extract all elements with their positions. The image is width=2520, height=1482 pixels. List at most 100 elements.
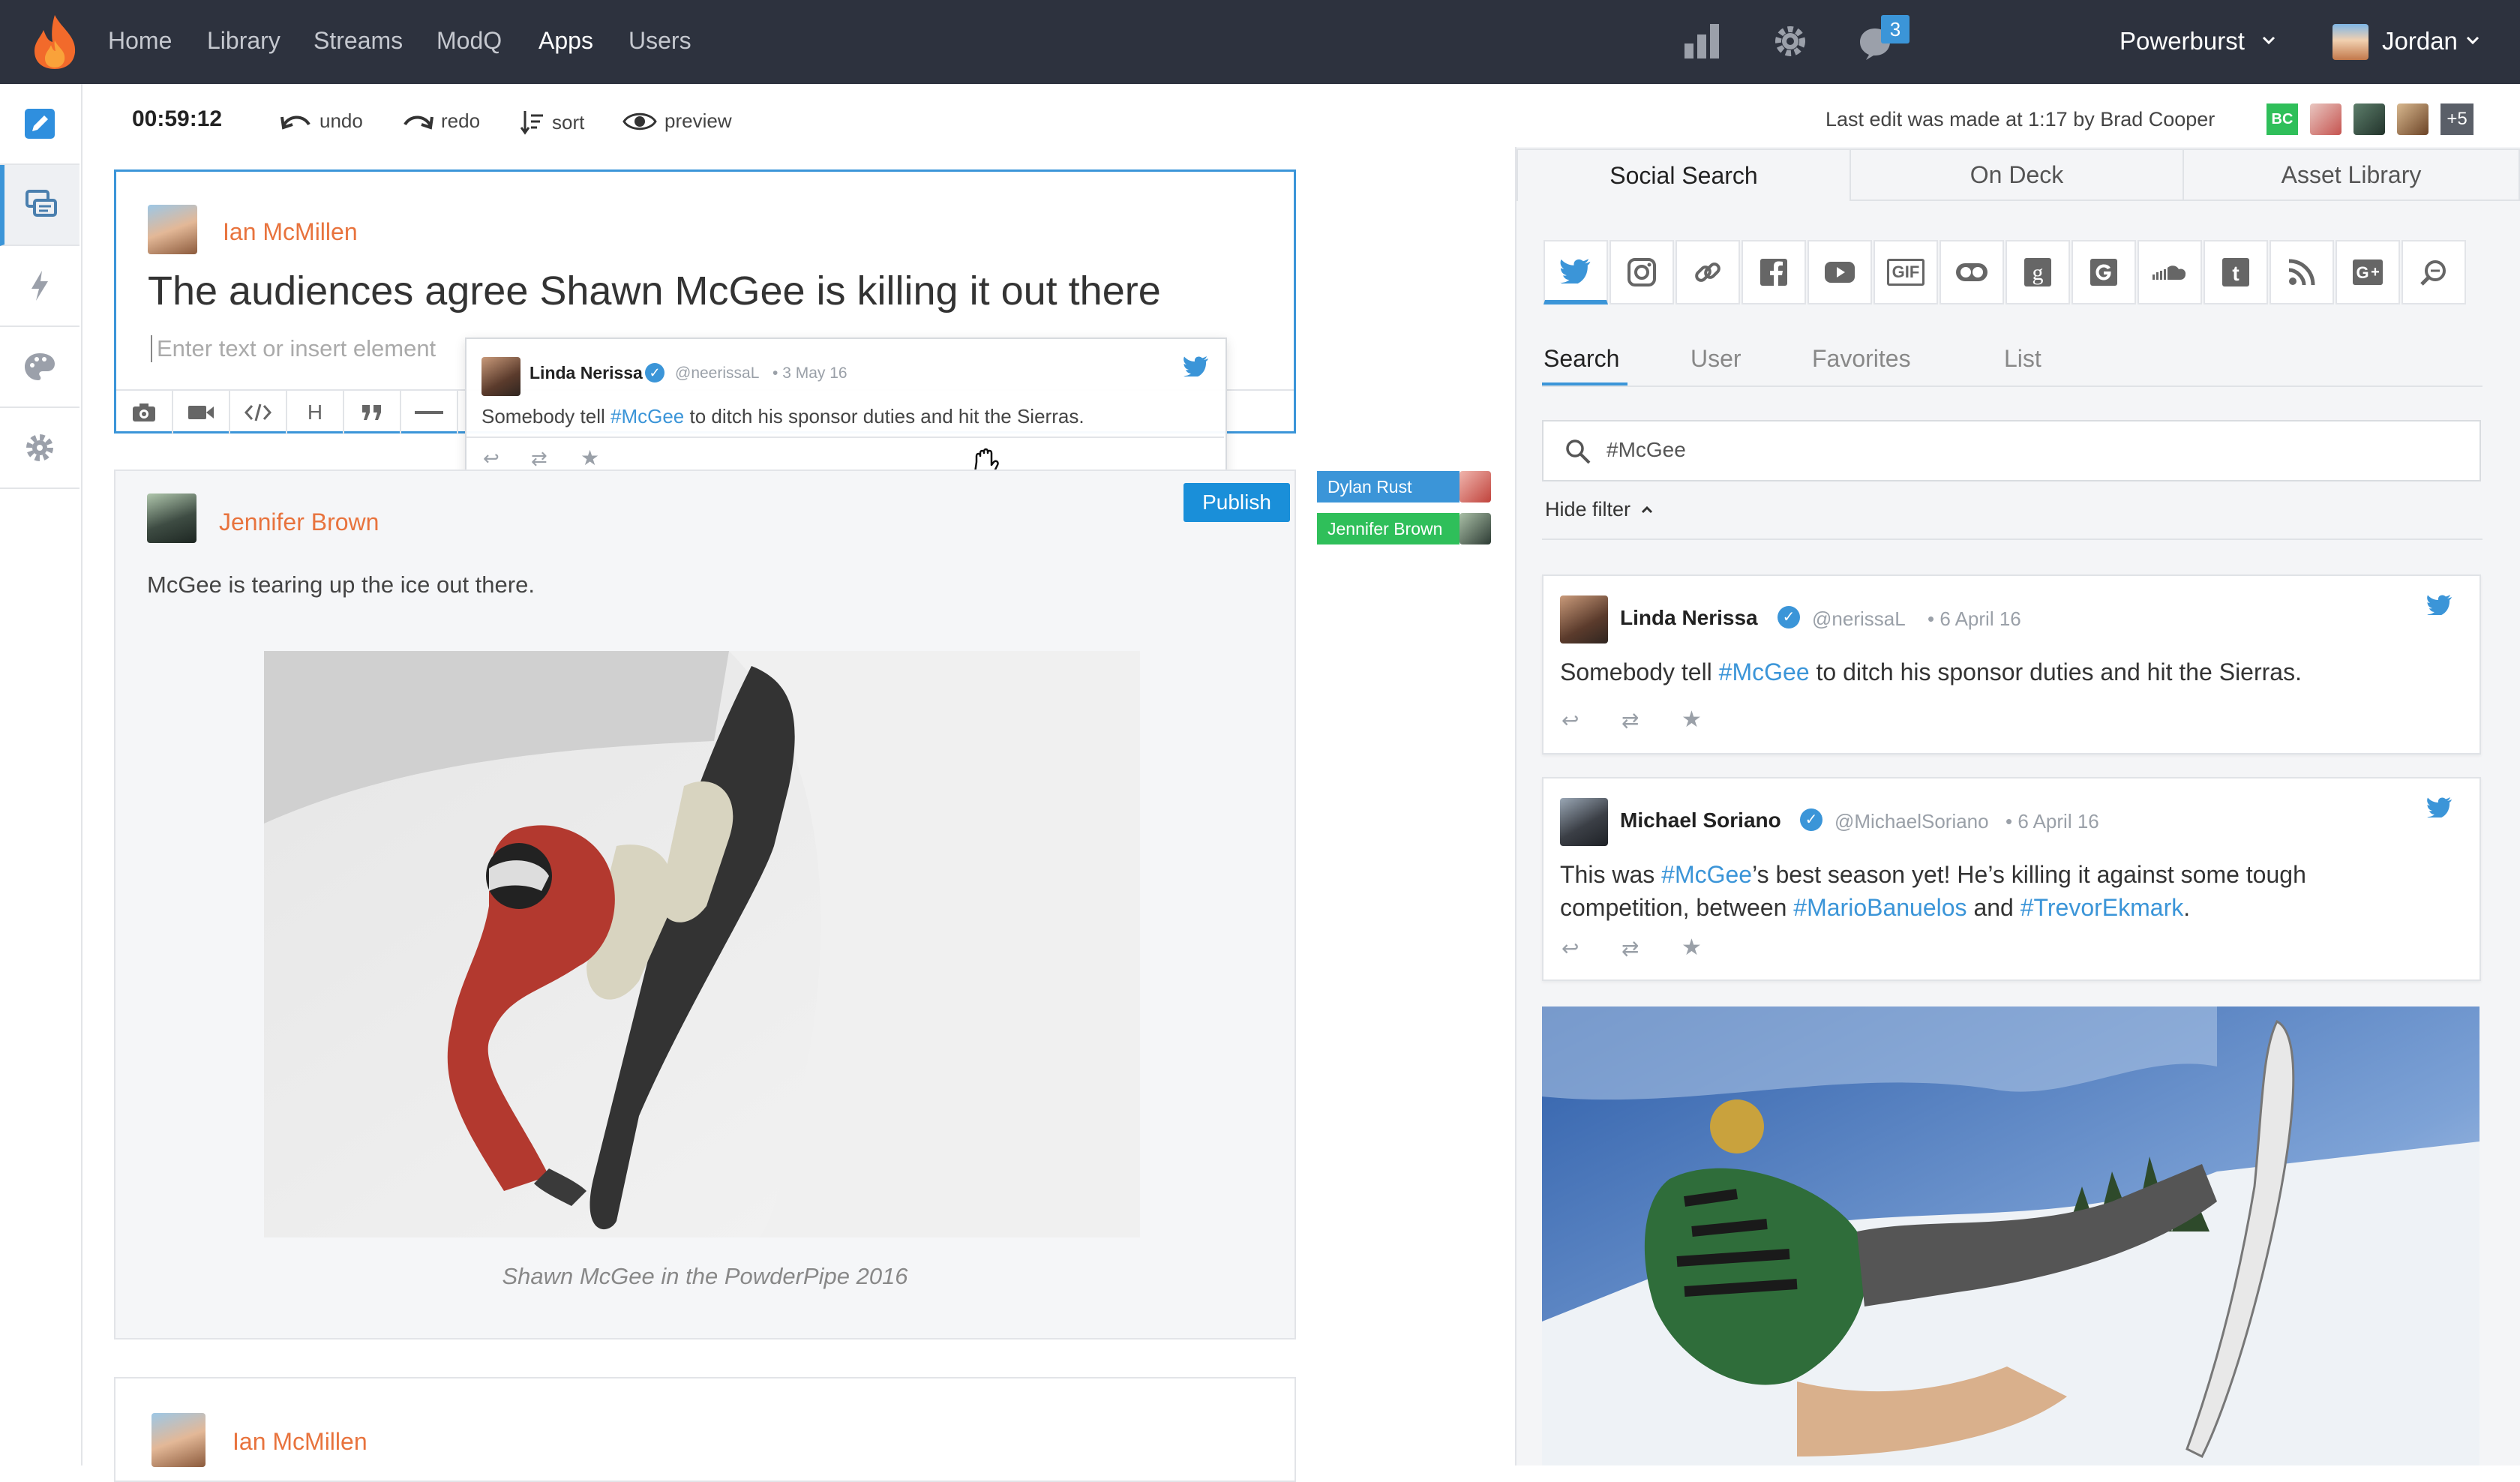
collaborator-bc[interactable]: BC [2266,104,2298,135]
insert-embed-button[interactable] [230,391,287,434]
presence-avatar [1460,471,1491,502]
reply-icon[interactable]: ↩ [483,447,500,470]
author-avatar [152,1413,206,1467]
preview-button[interactable]: preview [622,110,732,133]
instagram-icon [1628,258,1656,286]
nav-apps[interactable]: Apps [538,27,593,55]
nav-modq[interactable]: ModQ [436,27,502,55]
photo-caption[interactable]: Shawn McGee in the PowderPipe 2016 [116,1263,1294,1290]
post-body-text[interactable]: McGee is tearing up the ice out there. [147,572,535,598]
subtab-search[interactable]: Search [1544,345,1619,373]
insert-video-button[interactable] [173,391,230,434]
user-avatar[interactable] [2332,24,2368,60]
workspace-dropdown[interactable]: Powerburst [2120,27,2245,56]
user-menu[interactable]: Jordan [2382,27,2458,56]
undo-button[interactable]: undo [280,110,363,133]
nav-streams[interactable]: Streams [314,27,403,55]
collaborator-avatar[interactable] [2397,104,2428,135]
source-soundcloud[interactable] [2138,240,2202,304]
tab-social-search[interactable]: Social Search [1516,148,1851,201]
search-result-tweet[interactable]: Linda Nerissa ✓ @nerissaL • 6 April 16 S… [1542,574,2481,754]
insert-divider-button[interactable] [401,391,458,434]
last-edit-info: Last edit was made at 1:17 by Brad Coope… [1826,108,2216,130]
verified-badge-icon: ✓ [1778,606,1800,628]
source-youtube[interactable] [1808,240,1872,304]
collaborator-avatar[interactable] [2354,104,2385,135]
more-collaborators-badge[interactable]: +5 [2440,104,2474,135]
subtab-list[interactable]: List [2004,345,2042,373]
flame-logo-icon[interactable] [30,14,80,70]
tweet-avatar [1560,596,1608,644]
tab-asset-library[interactable]: Asset Library [2182,148,2520,201]
sidebar-theme[interactable] [0,327,80,408]
search-query: #McGee [1606,438,1686,461]
tab-on-deck[interactable]: On Deck [1850,148,2184,201]
sort-button[interactable]: sort [520,110,584,135]
source-instagram[interactable] [1610,240,1674,304]
editor-author-name[interactable]: Ian McMillen [223,218,358,246]
top-navbar: Home Library Streams ModQ Apps Users 3 P… [0,0,2520,84]
post-card: Ian McMillen [114,1377,1296,1482]
source-facebook[interactable] [1742,240,1806,304]
source-rss[interactable] [2270,240,2334,304]
publish-button[interactable]: Publish [1184,483,1290,522]
retweet-icon[interactable]: ⇄ [1622,936,1639,961]
insert-heading-button[interactable]: H [287,391,344,434]
soundcloud-icon [2152,266,2186,280]
snowboarder-photo[interactable] [264,651,1140,1238]
source-link[interactable] [1676,240,1740,304]
svg-text:g: g [2032,260,2044,285]
chevron-up-icon [1641,506,1653,513]
presence-avatar [1460,513,1491,544]
sidebar-edit[interactable] [0,84,80,165]
sidebar-settings[interactable] [0,408,80,489]
source-twitter[interactable] [1544,240,1608,304]
post-author-name[interactable]: Ian McMillen [232,1428,368,1456]
favorite-star-icon[interactable]: ★ [1682,706,1702,733]
source-tumblr[interactable]: t [2204,240,2268,304]
insert-photo-button[interactable] [116,391,173,434]
sidebar-posts[interactable] [0,165,80,246]
nav-home[interactable]: Home [108,27,172,55]
source-gif[interactable]: GIF [1874,240,1938,304]
redo-button[interactable]: redo [402,110,480,133]
sidebar-actions[interactable] [0,246,80,327]
hide-filter-toggle[interactable]: Hide filter [1545,498,1653,521]
dragged-tweet-card[interactable]: Linda Nerissa ✓ @neerissaL • 3 May 16 So… [465,338,1227,484]
settings-gear-icon[interactable] [1772,22,1809,60]
nav-library[interactable]: Library [207,27,280,55]
source-flickr[interactable] [1940,240,2004,304]
analytics-bar-icon[interactable] [1683,22,1720,60]
quote-icon [362,405,381,420]
source-google[interactable] [2072,240,2136,304]
subtab-favorites[interactable]: Favorites [1812,345,1911,373]
editor-headline[interactable]: The audiences agree Shawn McGee is killi… [148,268,1161,314]
author-avatar [147,494,196,543]
source-google-plus[interactable]: G + [2336,240,2400,304]
retweet-icon[interactable]: ⇄ [1622,708,1639,733]
favorite-star-icon[interactable]: ★ [580,446,599,470]
tweet-handle: @neerissaL [675,364,760,382]
source-advanced-search[interactable] [2402,240,2466,304]
favorite-star-icon[interactable]: ★ [1682,934,1702,961]
chevron-down-icon [2262,36,2276,45]
gif-icon: GIF [1886,259,1925,286]
retweet-icon[interactable]: ⇄ [531,447,548,470]
flickr-icon [1956,263,1988,281]
tweet-text: Somebody tell #McGee to ditch his sponso… [482,405,1084,428]
search-result-photo[interactable] [1542,1006,2480,1466]
subtab-user[interactable]: User [1690,345,1742,373]
insert-quote-button[interactable] [344,391,401,434]
reply-icon[interactable]: ↩ [1562,936,1579,961]
source-goodreads[interactable]: g [2006,240,2070,304]
editor-text-input[interactable]: Enter text or insert element [151,335,436,362]
tweet-text: Somebody tell #McGee to ditch his sponso… [1560,658,2302,686]
search-result-tweet[interactable]: Michael Soriano ✓ @MichaelSoriano • 6 Ap… [1542,777,2481,981]
social-search-input[interactable]: #McGee [1542,420,2481,482]
google-plus-icon: G + [2353,260,2383,285]
post-author-name[interactable]: Jennifer Brown [219,508,379,536]
reply-icon[interactable]: ↩ [1562,708,1579,733]
editor-insert-toolbar: H [116,391,458,434]
collaborator-avatar[interactable] [2310,104,2342,135]
nav-users[interactable]: Users [628,27,692,55]
